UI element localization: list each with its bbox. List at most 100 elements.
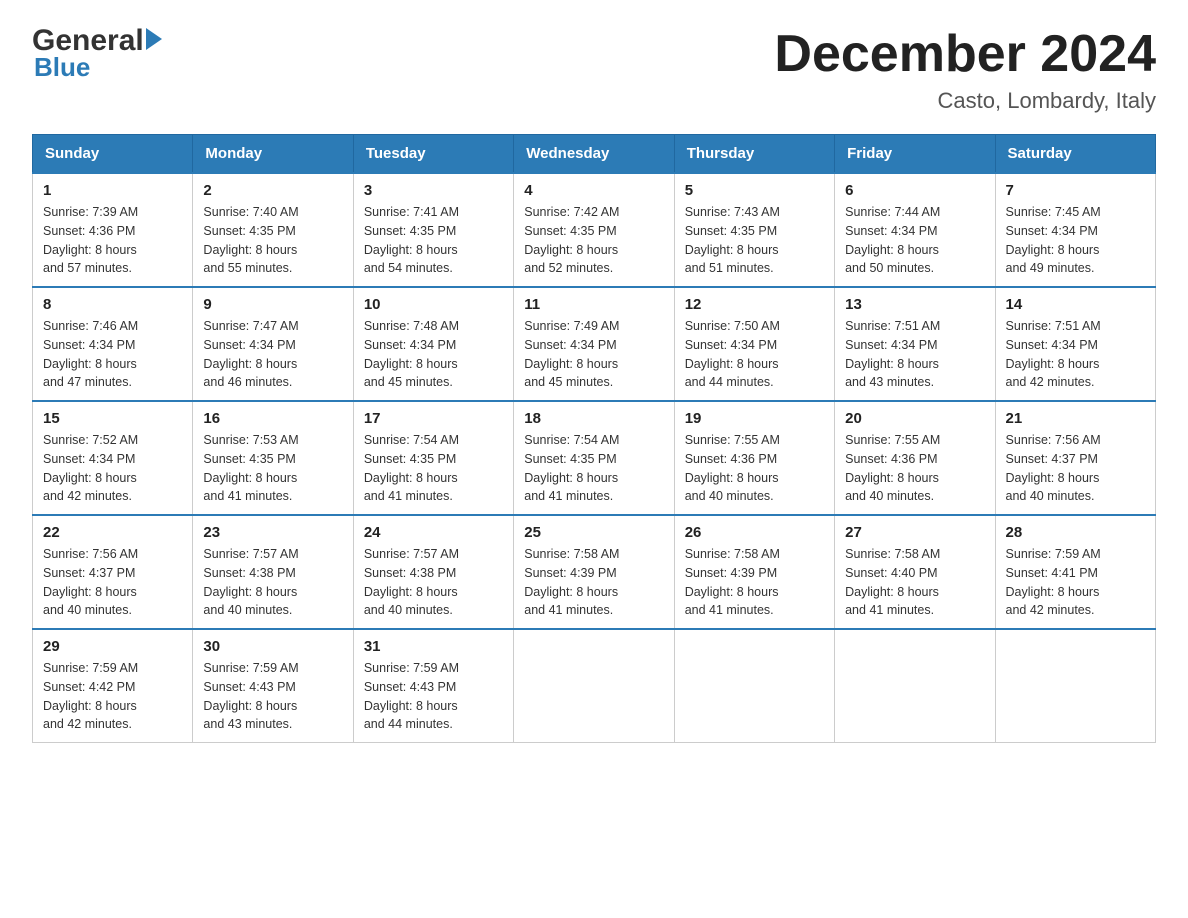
day-info-5: Sunrise: 7:43 AMSunset: 4:35 PMDaylight:… bbox=[685, 203, 824, 278]
day-cell-9: 9 Sunrise: 7:47 AMSunset: 4:34 PMDaylight… bbox=[193, 287, 353, 401]
day-number-13: 13 bbox=[845, 296, 984, 313]
header-cell-thursday: Thursday bbox=[674, 135, 834, 174]
day-number-28: 28 bbox=[1006, 524, 1145, 541]
day-info-24: Sunrise: 7:57 AMSunset: 4:38 PMDaylight:… bbox=[364, 545, 503, 620]
logo-blue-text: Blue bbox=[34, 52, 164, 83]
day-cell-14: 14 Sunrise: 7:51 AMSunset: 4:34 PMDayligh… bbox=[995, 287, 1155, 401]
day-info-18: Sunrise: 7:54 AMSunset: 4:35 PMDaylight:… bbox=[524, 431, 663, 506]
day-number-6: 6 bbox=[845, 182, 984, 199]
day-info-17: Sunrise: 7:54 AMSunset: 4:35 PMDaylight:… bbox=[364, 431, 503, 506]
day-info-30: Sunrise: 7:59 AMSunset: 4:43 PMDaylight:… bbox=[203, 659, 342, 734]
day-cell-24: 24 Sunrise: 7:57 AMSunset: 4:38 PMDayligh… bbox=[353, 515, 513, 629]
week-row-5: 29Sunrise: 7:59 AMSunset: 4:42 PMDayligh… bbox=[33, 629, 1156, 743]
header: General Blue December 2024 Casto, Lombar… bbox=[32, 24, 1156, 114]
day-cell-21: 21Sunrise: 7:56 AMSunset: 4:37 PMDayligh… bbox=[995, 401, 1155, 515]
day-cell-30: 30 Sunrise: 7:59 AMSunset: 4:43 PMDayligh… bbox=[193, 629, 353, 743]
day-info-9: Sunrise: 7:47 AMSunset: 4:34 PMDaylight:… bbox=[203, 317, 342, 392]
day-number-30: 30 bbox=[203, 638, 342, 655]
day-number-10: 10 bbox=[364, 296, 503, 313]
header-cell-friday: Friday bbox=[835, 135, 995, 174]
day-cell-16: 16 Sunrise: 7:53 AMSunset: 4:35 PMDayligh… bbox=[193, 401, 353, 515]
day-info-14: Sunrise: 7:51 AMSunset: 4:34 PMDaylight:… bbox=[1006, 317, 1145, 392]
day-cell-2: 2Sunrise: 7:40 AMSunset: 4:35 PMDaylight… bbox=[193, 173, 353, 287]
day-cell-1: 1 Sunrise: 7:39 AMSunset: 4:36 PMDaylight… bbox=[33, 173, 193, 287]
day-number-14: 14 bbox=[1006, 296, 1145, 313]
empty-cell bbox=[674, 629, 834, 743]
day-cell-18: 18Sunrise: 7:54 AMSunset: 4:35 PMDayligh… bbox=[514, 401, 674, 515]
day-number-24: 24 bbox=[364, 524, 503, 541]
day-info-26: Sunrise: 7:58 AMSunset: 4:39 PMDaylight:… bbox=[685, 545, 824, 620]
day-info-29: Sunrise: 7:59 AMSunset: 4:42 PMDaylight:… bbox=[43, 659, 182, 734]
day-info-25: Sunrise: 7:58 AMSunset: 4:39 PMDaylight:… bbox=[524, 545, 663, 620]
day-number-8: 8 bbox=[43, 296, 182, 313]
day-number-4: 4 bbox=[524, 182, 663, 199]
day-cell-20: 20 Sunrise: 7:55 AMSunset: 4:36 PMDayligh… bbox=[835, 401, 995, 515]
day-cell-17: 17 Sunrise: 7:54 AMSunset: 4:35 PMDayligh… bbox=[353, 401, 513, 515]
day-cell-23: 23Sunrise: 7:57 AMSunset: 4:38 PMDayligh… bbox=[193, 515, 353, 629]
month-year-title: December 2024 bbox=[774, 24, 1156, 84]
day-cell-19: 19 Sunrise: 7:55 AMSunset: 4:36 PMDayligh… bbox=[674, 401, 834, 515]
day-number-17: 17 bbox=[364, 410, 503, 427]
day-cell-27: 27Sunrise: 7:58 AMSunset: 4:40 PMDayligh… bbox=[835, 515, 995, 629]
header-cell-monday: Monday bbox=[193, 135, 353, 174]
calendar-header-row: SundayMondayTuesdayWednesdayThursdayFrid… bbox=[33, 135, 1156, 174]
day-cell-11: 11Sunrise: 7:49 AMSunset: 4:34 PMDayligh… bbox=[514, 287, 674, 401]
day-number-1: 1 bbox=[43, 182, 182, 199]
day-cell-25: 25Sunrise: 7:58 AMSunset: 4:39 PMDayligh… bbox=[514, 515, 674, 629]
day-cell-5: 5 Sunrise: 7:43 AMSunset: 4:35 PMDaylight… bbox=[674, 173, 834, 287]
day-cell-7: 7 Sunrise: 7:45 AMSunset: 4:34 PMDaylight… bbox=[995, 173, 1155, 287]
day-number-19: 19 bbox=[685, 410, 824, 427]
day-cell-26: 26 Sunrise: 7:58 AMSunset: 4:39 PMDayligh… bbox=[674, 515, 834, 629]
day-number-21: 21 bbox=[1006, 410, 1145, 427]
day-cell-8: 8Sunrise: 7:46 AMSunset: 4:34 PMDaylight… bbox=[33, 287, 193, 401]
title-area: December 2024 Casto, Lombardy, Italy bbox=[774, 24, 1156, 114]
empty-cell bbox=[995, 629, 1155, 743]
day-cell-22: 22 Sunrise: 7:56 AMSunset: 4:37 PMDayligh… bbox=[33, 515, 193, 629]
day-cell-12: 12Sunrise: 7:50 AMSunset: 4:34 PMDayligh… bbox=[674, 287, 834, 401]
location-subtitle: Casto, Lombardy, Italy bbox=[774, 88, 1156, 114]
day-info-28: Sunrise: 7:59 AMSunset: 4:41 PMDaylight:… bbox=[1006, 545, 1145, 620]
day-cell-10: 10 Sunrise: 7:48 AMSunset: 4:34 PMDayligh… bbox=[353, 287, 513, 401]
logo-arrow-icon bbox=[146, 28, 162, 50]
empty-cell bbox=[835, 629, 995, 743]
day-info-6: Sunrise: 7:44 AMSunset: 4:34 PMDaylight:… bbox=[845, 203, 984, 278]
week-row-3: 15 Sunrise: 7:52 AMSunset: 4:34 PMDayligh… bbox=[33, 401, 1156, 515]
day-info-22: Sunrise: 7:56 AMSunset: 4:37 PMDaylight:… bbox=[43, 545, 182, 620]
day-number-2: 2 bbox=[203, 182, 342, 199]
day-number-3: 3 bbox=[364, 182, 503, 199]
day-cell-13: 13 Sunrise: 7:51 AMSunset: 4:34 PMDayligh… bbox=[835, 287, 995, 401]
header-cell-sunday: Sunday bbox=[33, 135, 193, 174]
empty-cell bbox=[514, 629, 674, 743]
day-info-23: Sunrise: 7:57 AMSunset: 4:38 PMDaylight:… bbox=[203, 545, 342, 620]
day-cell-29: 29Sunrise: 7:59 AMSunset: 4:42 PMDayligh… bbox=[33, 629, 193, 743]
day-info-19: Sunrise: 7:55 AMSunset: 4:36 PMDaylight:… bbox=[685, 431, 824, 506]
day-number-9: 9 bbox=[203, 296, 342, 313]
day-info-10: Sunrise: 7:48 AMSunset: 4:34 PMDaylight:… bbox=[364, 317, 503, 392]
day-number-16: 16 bbox=[203, 410, 342, 427]
day-number-5: 5 bbox=[685, 182, 824, 199]
day-cell-3: 3 Sunrise: 7:41 AMSunset: 4:35 PMDaylight… bbox=[353, 173, 513, 287]
day-number-12: 12 bbox=[685, 296, 824, 313]
day-cell-31: 31Sunrise: 7:59 AMSunset: 4:43 PMDayligh… bbox=[353, 629, 513, 743]
header-cell-saturday: Saturday bbox=[995, 135, 1155, 174]
day-info-13: Sunrise: 7:51 AMSunset: 4:34 PMDaylight:… bbox=[845, 317, 984, 392]
day-number-20: 20 bbox=[845, 410, 984, 427]
day-number-26: 26 bbox=[685, 524, 824, 541]
day-cell-4: 4Sunrise: 7:42 AMSunset: 4:35 PMDaylight… bbox=[514, 173, 674, 287]
day-info-1: Sunrise: 7:39 AMSunset: 4:36 PMDaylight:… bbox=[43, 203, 182, 278]
day-number-15: 15 bbox=[43, 410, 182, 427]
calendar-table: SundayMondayTuesdayWednesdayThursdayFrid… bbox=[32, 134, 1156, 743]
day-info-3: Sunrise: 7:41 AMSunset: 4:35 PMDaylight:… bbox=[364, 203, 503, 278]
logo: General Blue bbox=[32, 24, 164, 83]
day-cell-28: 28 Sunrise: 7:59 AMSunset: 4:41 PMDayligh… bbox=[995, 515, 1155, 629]
day-number-7: 7 bbox=[1006, 182, 1145, 199]
day-info-16: Sunrise: 7:53 AMSunset: 4:35 PMDaylight:… bbox=[203, 431, 342, 506]
day-number-22: 22 bbox=[43, 524, 182, 541]
week-row-4: 22 Sunrise: 7:56 AMSunset: 4:37 PMDayligh… bbox=[33, 515, 1156, 629]
day-number-27: 27 bbox=[845, 524, 984, 541]
day-info-7: Sunrise: 7:45 AMSunset: 4:34 PMDaylight:… bbox=[1006, 203, 1145, 278]
header-cell-tuesday: Tuesday bbox=[353, 135, 513, 174]
header-cell-wednesday: Wednesday bbox=[514, 135, 674, 174]
day-info-15: Sunrise: 7:52 AMSunset: 4:34 PMDaylight:… bbox=[43, 431, 182, 506]
day-info-20: Sunrise: 7:55 AMSunset: 4:36 PMDaylight:… bbox=[845, 431, 984, 506]
